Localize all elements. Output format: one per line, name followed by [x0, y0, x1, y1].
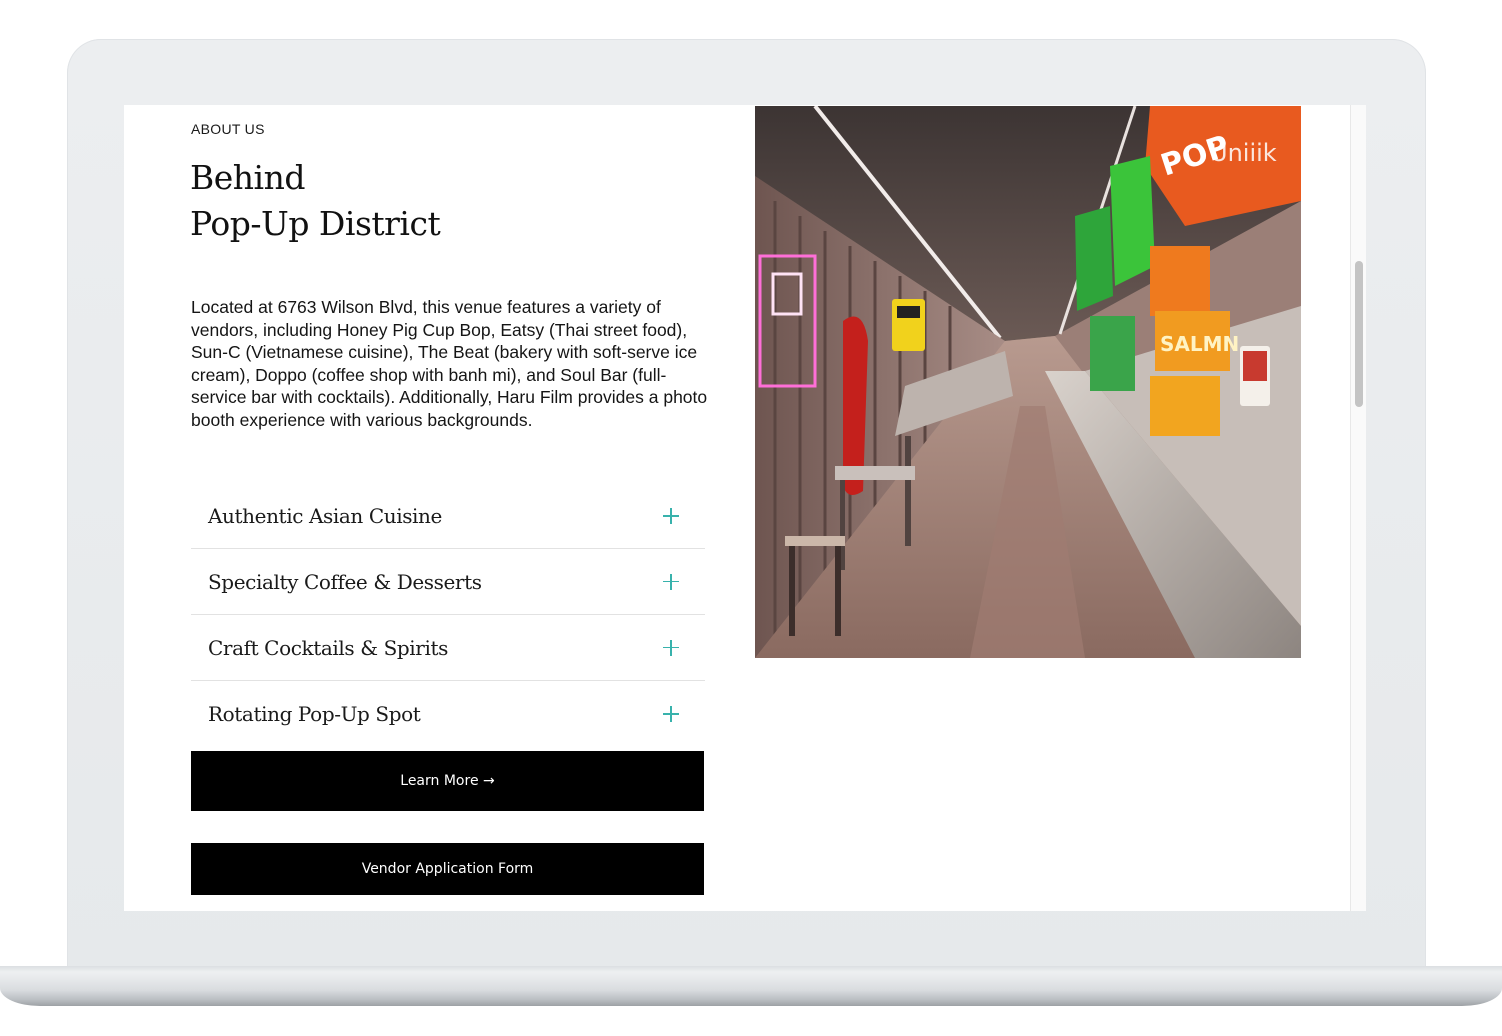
title-line-2: Pop-Up District — [190, 204, 441, 243]
accordion-item-popup-spot[interactable]: Rotating Pop-Up Spot — [191, 681, 705, 747]
plus-icon[interactable] — [663, 573, 679, 590]
page-title: Behind Pop-Up District — [190, 155, 670, 247]
accordion-item-label: Authentic Asian Cuisine — [208, 504, 442, 528]
accordion-item-coffee-desserts[interactable]: Specialty Coffee & Desserts — [191, 549, 705, 615]
scrollbar[interactable] — [1350, 105, 1366, 911]
accordion-item-label: Craft Cocktails & Spirits — [208, 635, 448, 660]
about-description: Located at 6763 Wilson Blvd, this venue … — [191, 297, 708, 430]
food-hall-photo: POP SALMN Uniiik — [755, 106, 1301, 658]
features-accordion: Authentic Asian Cuisine Specialty Coffee… — [191, 484, 705, 747]
plus-icon[interactable] — [663, 706, 679, 722]
accordion-item-label: Rotating Pop-Up Spot — [208, 702, 421, 726]
photo-watermark: Uniiik — [1210, 139, 1277, 167]
section-eyebrow: ABOUT US — [191, 121, 265, 137]
svg-text:SALMN: SALMN — [1160, 332, 1239, 356]
learn-more-button[interactable]: Learn More → — [191, 751, 704, 811]
browser-viewport: ABOUT US Behind Pop-Up District Located … — [124, 105, 1366, 911]
title-line-1: Behind — [190, 158, 305, 197]
accordion-item-cocktails-spirits[interactable]: Craft Cocktails & Spirits — [191, 615, 705, 681]
plus-icon[interactable] — [663, 639, 679, 656]
scrollbar-thumb[interactable] — [1355, 261, 1363, 407]
laptop-base — [0, 966, 1502, 1006]
vendor-application-button[interactable]: Vendor Application Form — [191, 843, 704, 895]
laptop-hinge — [0, 966, 1502, 972]
accordion-item-label: Specialty Coffee & Desserts — [208, 569, 482, 594]
food-hall-illustration: POP SALMN Uniiik — [755, 106, 1301, 658]
plus-icon[interactable] — [663, 508, 679, 524]
accordion-item-asian-cuisine[interactable]: Authentic Asian Cuisine — [191, 484, 705, 549]
